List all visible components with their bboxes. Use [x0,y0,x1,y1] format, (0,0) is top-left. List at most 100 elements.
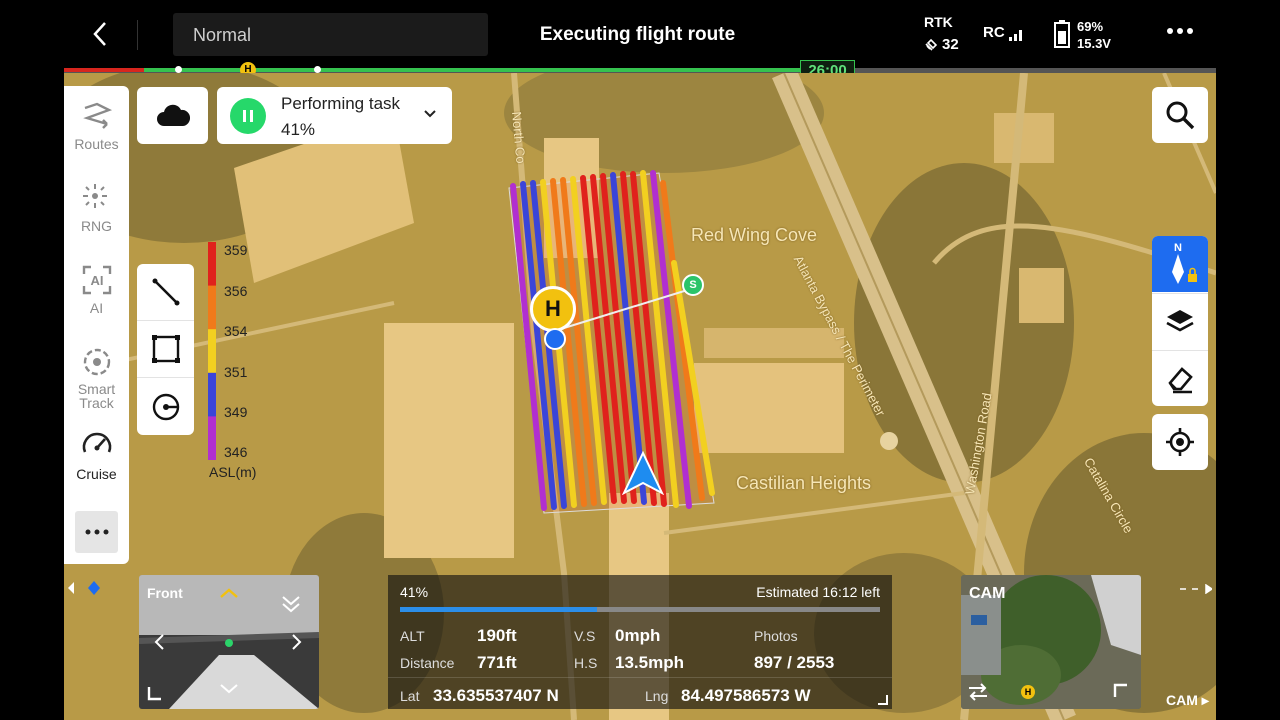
expand-corner-icon[interactable] [147,683,165,701]
point-target-icon [152,393,179,420]
back-button[interactable] [84,18,116,50]
route-start-marker[interactable]: S [682,274,704,296]
tool-label: AI [89,300,104,316]
legend-value: 346 [224,444,248,460]
hs-value: 13.5mph [615,653,684,672]
map-controls-group: N [1152,236,1208,406]
task-progress-fill [400,607,597,612]
telemetry-panel: 41% Estimated 16:12 left ALT 190ft V.S 0… [388,575,892,709]
lat-label: Lat [400,688,420,704]
rc-signal[interactable]: RC [983,24,1023,41]
hs-label: H.S [574,655,598,671]
rtk-status[interactable]: RTK 32 [924,14,959,53]
layers-icon [1166,309,1194,331]
pause-icon [243,110,253,122]
clear-map-button[interactable] [1152,350,1208,406]
double-chevron-down-icon[interactable] [281,595,301,613]
alt-value: 190ft [477,626,517,645]
cam-home-marker: H [1021,685,1035,699]
tool-rng[interactable]: RNG [64,182,129,234]
rtk-count: 32 [942,36,959,53]
top-bar: Normal Executing flight route RTK 32 RC … [0,0,1280,68]
collapse-left-icon[interactable] [66,580,106,596]
swap-views-icon[interactable] [967,683,989,701]
battery-status[interactable]: 69% 15.3V [1077,18,1111,52]
legend-value: 354 [224,323,248,339]
tool-cruise[interactable]: Cruise [64,428,129,482]
rtk-label: RTK [924,14,953,30]
satellite-icon [925,38,938,51]
cloud-button[interactable] [137,87,208,144]
draw-line-tool[interactable] [137,264,194,321]
estimated-time-left: Estimated 16:12 left [756,584,880,600]
front-camera-view[interactable]: Front [139,575,319,709]
tool-ai[interactable]: AI AI [64,264,129,316]
task-status-panel[interactable]: Performing task 41% [217,87,452,144]
legend-color-segment [208,372,216,417]
lat-value: 33.635537407 N [433,686,559,705]
left-tool-panel: Routes RNG AI AI Smart Track Cruise [64,86,129,564]
compass-letter: N [1174,242,1182,254]
compass-lock-button[interactable]: N [1152,236,1208,292]
chevron-left-icon [93,22,106,46]
area-icon [151,335,180,363]
pause-button[interactable] [230,98,266,134]
tool-label: Routes [74,136,119,152]
routes-icon [82,102,112,129]
legend-value: 349 [224,404,248,420]
eraser-icon [1168,366,1193,393]
expand-corner-icon[interactable] [878,695,888,705]
chevron-right-icon[interactable] [291,633,303,651]
chevron-down-icon[interactable] [423,107,437,121]
vs-value: 0mph [615,626,661,645]
line-icon [152,278,179,306]
battery-icon [1054,20,1070,48]
draw-area-tool[interactable] [137,321,194,378]
lng-value: 84.497586573 W [681,686,811,705]
cruise-icon [82,432,111,453]
rc-label: RC [983,24,1005,41]
tool-label: Cruise [76,466,117,482]
locate-button[interactable] [1152,414,1208,470]
flight-mode-selector[interactable]: Normal [173,13,488,56]
page-title: Executing flight route [539,24,736,45]
more-tools-button[interactable] [75,511,118,553]
tool-label: RNG [80,218,113,234]
tool-smart-track[interactable]: Smart Track [64,346,129,410]
legend-color-segment [208,329,216,374]
route-waypoint-dot [314,66,321,73]
legend-color-segment [208,416,216,460]
chevron-left-icon[interactable] [153,633,165,651]
pilot-location-marker [544,328,566,350]
signal-bars-icon [1008,30,1022,41]
compass-north-icon: N [1172,242,1197,284]
tool-routes[interactable]: Routes [64,100,129,152]
aircraft-icon [622,451,664,495]
cam-corner-text: CAM [1166,692,1198,708]
flight-mode-label: Normal [193,25,252,45]
collapse-right-icon[interactable] [1180,584,1212,594]
map-layers-button[interactable] [1152,293,1208,349]
camera-view[interactable]: CAM H [961,575,1141,709]
locate-target-icon [1166,428,1194,456]
tool-label: Smart Track [77,381,116,411]
expand-corner-icon[interactable] [1113,683,1131,701]
svg-text:AI: AI [90,273,103,288]
draw-point-tool[interactable] [137,378,194,435]
search-button[interactable] [1152,87,1208,143]
cam-corner-label[interactable]: CAM ▸ [1166,692,1209,709]
legend-color-segment [208,242,216,287]
chevron-up-icon[interactable] [219,587,239,599]
map-label-red-wing-cove: Red Wing Cove [691,225,818,245]
alt-label: ALT [400,628,425,644]
map-label-castilian-heights: Castilian Heights [736,473,872,493]
more-options-icon[interactable] [1166,26,1194,36]
camera-label: CAM [969,585,1006,602]
altitude-legend-bar [208,242,216,460]
home-point-marker[interactable]: H [530,286,576,332]
chevron-down-icon[interactable] [219,683,239,695]
center-point-icon [225,639,233,647]
task-percent: 41% [281,120,316,139]
task-label: Performing task [281,94,401,113]
battery-voltage: 15.3V [1077,36,1111,51]
